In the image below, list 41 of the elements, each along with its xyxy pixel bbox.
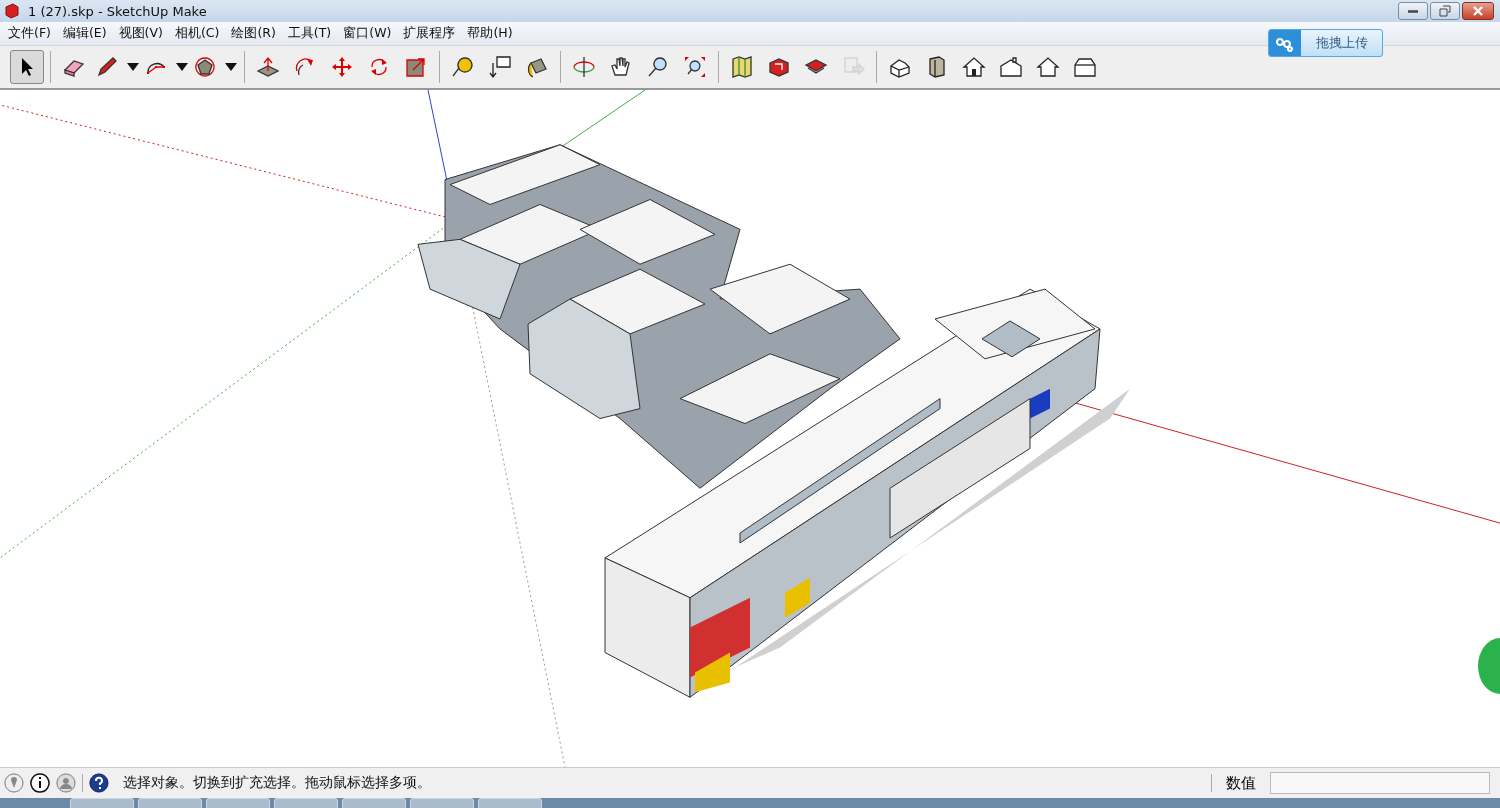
menu-item[interactable]: 视图(V) — [112, 25, 169, 42]
orbit-icon — [572, 55, 596, 79]
location-pin-icon[interactable] — [4, 773, 24, 793]
menu-item[interactable]: 相机(C) — [168, 25, 226, 42]
close-button[interactable] — [1462, 2, 1494, 20]
menu-item[interactable]: 扩展程序 — [397, 25, 462, 42]
app-logo-icon — [4, 3, 20, 19]
menu-item[interactable]: 绘图(R) — [225, 25, 282, 42]
window-title: 1 (27).skp - SketchUp Make — [28, 3, 207, 19]
menu-item[interactable]: 工具(T) — [281, 25, 338, 42]
text-label-icon — [488, 55, 512, 79]
close-icon — [1472, 5, 1484, 17]
caret-icon — [176, 63, 188, 71]
menu-item[interactable]: 文件(F) — [2, 25, 57, 42]
zoom-icon — [646, 55, 670, 79]
zoom-extents-icon — [683, 55, 707, 79]
minimize-button[interactable] — [1398, 2, 1428, 20]
tape-measure-icon — [451, 55, 475, 79]
paint-bucket-icon — [525, 55, 549, 79]
upload-button[interactable]: 拖拽上传 — [1268, 29, 1383, 57]
user-icon[interactable] — [56, 773, 76, 793]
menu-item[interactable]: 窗口(W) — [337, 25, 398, 42]
scale-icon — [404, 55, 428, 79]
status-message: 选择对象。切换到扩充选择。拖动鼠标选择多项。 — [123, 774, 431, 792]
caret-icon — [127, 63, 139, 71]
tool-button[interactable] — [10, 50, 44, 84]
push-pull-icon — [256, 55, 280, 79]
hand-icon — [609, 55, 633, 79]
minimize-icon — [1408, 9, 1418, 13]
help-icon[interactable] — [89, 773, 109, 793]
restore-icon — [1439, 5, 1451, 17]
move-icon — [330, 55, 354, 79]
map-icon — [730, 55, 754, 79]
menu-item[interactable]: 编辑(E) — [56, 25, 113, 42]
measurement-label: 数值 — [1226, 773, 1256, 793]
measurement-field[interactable] — [1270, 772, 1490, 794]
caret-icon — [225, 63, 237, 71]
info-icon[interactable] — [30, 773, 50, 793]
pencil-icon — [95, 55, 119, 79]
polygon-icon — [193, 55, 217, 79]
menu-item[interactable]: 帮助(H) — [461, 25, 519, 42]
